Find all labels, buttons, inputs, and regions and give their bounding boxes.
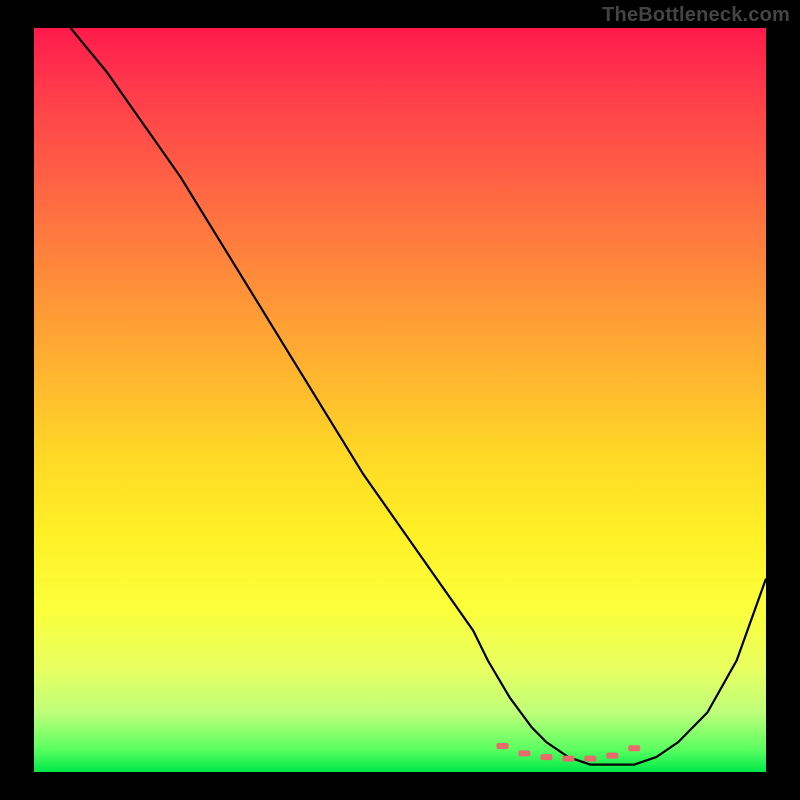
optimal-marker — [584, 756, 596, 762]
chart-frame: TheBottleneck.com — [0, 0, 800, 800]
optimal-marker — [497, 743, 509, 749]
optimal-marker — [518, 750, 530, 756]
optimal-marker — [540, 754, 552, 760]
bottleneck-curve-path — [71, 28, 766, 765]
plot-area — [34, 28, 766, 772]
optimal-marker — [562, 756, 574, 762]
optimal-markers-group — [497, 743, 641, 762]
optimal-marker — [628, 745, 640, 751]
optimal-marker — [606, 753, 618, 759]
curve-svg — [34, 28, 766, 772]
watermark-text: TheBottleneck.com — [602, 4, 790, 27]
